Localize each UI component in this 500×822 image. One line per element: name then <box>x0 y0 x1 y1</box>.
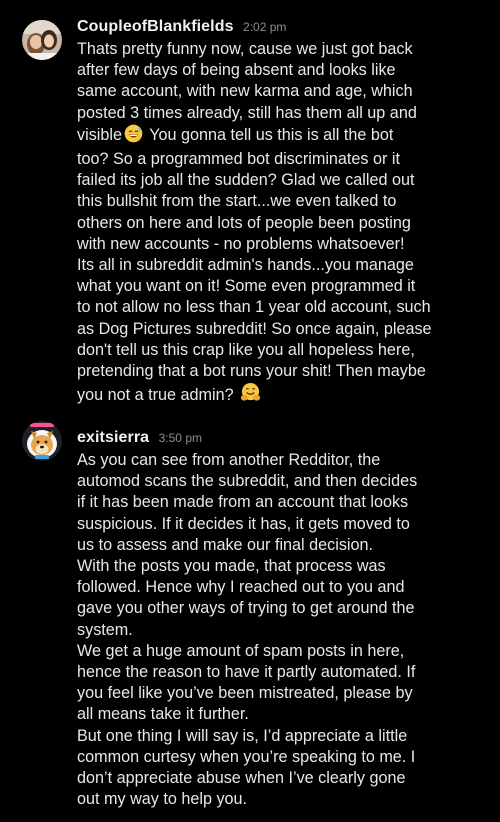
text-line: followed. Hence why I reached out to you… <box>77 578 405 597</box>
text-line: us to assess and make our final decision… <box>77 535 374 554</box>
avatar[interactable] <box>22 421 62 461</box>
text-line: With the posts you made, that process wa… <box>77 557 386 576</box>
text-line: don't tell us this crap like you all hop… <box>77 340 415 359</box>
text-line: gave you other ways of trying to get aro… <box>77 599 415 618</box>
timestamp: 2:02 pm <box>243 20 287 34</box>
text-line: you feel like you’ve been mistreated, pl… <box>77 684 413 703</box>
text-line: system. <box>77 620 133 639</box>
text-line: Thats pretty funny now, cause we just go… <box>77 40 413 58</box>
text-line: We get a huge amount of spam posts in he… <box>77 641 405 660</box>
text-line: too? So a programmed bot discriminates o… <box>77 150 400 169</box>
text-segment: visible <box>77 125 122 144</box>
text-line: this bullshit from the start...we even t… <box>77 192 397 211</box>
text-line: all means take it further. <box>77 705 249 724</box>
avatar[interactable] <box>22 20 62 60</box>
grinning-sweat-emoji-icon <box>124 124 143 149</box>
text-line: to not allow no less than 1 year old acc… <box>77 298 431 317</box>
message-header: CoupleofBlankfields 2:02 pm <box>77 16 487 38</box>
text-line: what you want on it! Some even programme… <box>77 277 416 296</box>
text-line: pretending that a bot runs your shit! Th… <box>77 362 426 381</box>
text-line: failed its job all the sudden? Glad we c… <box>77 171 415 190</box>
doge-snoo-avatar-icon <box>22 421 62 461</box>
text-line: out my way to help you. <box>77 790 248 809</box>
hugging-face-emoji-icon <box>240 382 261 409</box>
text-line: common curtesy when you’re speaking to m… <box>77 747 416 766</box>
text-line: don’t appreciate abuse when I’ve clearly… <box>77 769 406 788</box>
text-segment: you not a true admin? <box>77 386 234 405</box>
text-line: you not a true admin? <box>77 382 487 409</box>
chat-thread: CoupleofBlankfields 2:02 pm Thats pretty… <box>0 0 500 822</box>
text-line: But one thing I will say is, I’d appreci… <box>77 726 408 745</box>
text-segment: You gonna tell us this is all the bot <box>144 125 394 144</box>
text-line: As you can see from another Redditor, th… <box>77 451 381 469</box>
text-line: with new accounts - no problems whatsoev… <box>77 234 405 253</box>
couple-photo-avatar-icon <box>22 20 62 60</box>
timestamp: 3:50 pm <box>158 431 202 445</box>
username[interactable]: exitsierra <box>77 429 149 446</box>
message-text: Thats pretty funny now, cause we just go… <box>77 39 487 409</box>
message-header: exitsierra 3:50 pm <box>77 427 487 449</box>
text-line: others on here and lots of people been p… <box>77 213 411 232</box>
username[interactable]: CoupleofBlankfields <box>77 18 234 35</box>
text-line: hence the reason to have it partly autom… <box>77 663 416 682</box>
text-line: if it has been made from an account that… <box>77 493 409 512</box>
text-line: Its all in subreddit admin's hands...you… <box>77 256 414 275</box>
text-line: visible You gonna tell us this is all th… <box>77 124 487 149</box>
text-line: after few days of being absent and looks… <box>77 61 396 80</box>
message-text: As you can see from another Redditor, th… <box>77 450 487 810</box>
text-line: as Dog Pictures subreddit! So once again… <box>77 319 432 338</box>
text-line: suspicious. If it decides it has, it get… <box>77 514 410 533</box>
text-line: same account, with new karma and age, wh… <box>77 82 413 101</box>
text-line: automod scans the subreddit, and then de… <box>77 472 418 491</box>
text-line: posted 3 times already, still has them a… <box>77 103 417 122</box>
